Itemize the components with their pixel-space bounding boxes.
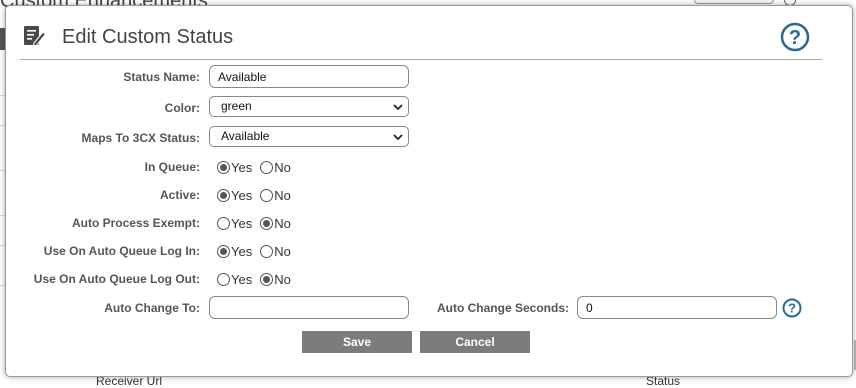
cancel-button[interactable]: Cancel: [420, 331, 530, 353]
maps-to-status-select-value: Available: [221, 129, 270, 143]
in-queue-no-label: No: [274, 159, 291, 175]
in-queue-radio-group: Yes No: [217, 159, 291, 175]
auto-change-to-label: Auto Change To:: [104, 301, 200, 315]
auto-queue-logout-no-option[interactable]: No: [260, 272, 291, 287]
auto-process-exempt-yes-radio[interactable]: [217, 216, 230, 230]
active-yes-label: Yes: [231, 187, 253, 203]
auto-queue-logout-yes-label: Yes: [231, 271, 253, 287]
in-queue-label: In Queue:: [144, 160, 200, 174]
help-icon[interactable]: ?: [780, 22, 810, 52]
auto-queue-login-label: Use On Auto Queue Log In:: [43, 244, 200, 258]
status-name-input[interactable]: [209, 65, 409, 88]
auto-queue-login-yes-label: Yes: [231, 243, 253, 259]
auto-queue-logout-yes-option[interactable]: Yes: [217, 272, 252, 287]
auto-queue-login-radio-group: Yes No: [217, 243, 291, 259]
active-no-label: No: [274, 187, 291, 203]
auto-queue-login-no-option[interactable]: No: [260, 244, 291, 259]
color-select-value: green: [221, 99, 252, 113]
save-button[interactable]: Save: [302, 331, 412, 353]
auto-queue-logout-no-radio[interactable]: [260, 272, 274, 286]
in-queue-yes-radio[interactable]: [217, 160, 230, 174]
chevron-down-icon: [393, 104, 403, 111]
status-name-label: Status Name:: [123, 70, 200, 84]
active-no-radio[interactable]: [260, 188, 274, 202]
auto-change-seconds-input[interactable]: [577, 296, 777, 319]
auto-queue-login-yes-option[interactable]: Yes: [217, 244, 252, 259]
auto-process-exempt-label: Auto Process Exempt:: [71, 216, 200, 230]
active-radio-group: Yes No: [217, 187, 291, 203]
auto-queue-logout-no-label: No: [274, 271, 291, 287]
auto-process-exempt-no-radio[interactable]: [260, 216, 274, 230]
auto-process-exempt-no-option[interactable]: No: [260, 216, 291, 231]
maps-to-status-select[interactable]: Available: [209, 126, 409, 147]
auto-change-to-input[interactable]: [209, 296, 409, 319]
auto-queue-login-no-radio[interactable]: [260, 244, 274, 258]
auto-process-exempt-yes-option[interactable]: Yes: [217, 216, 252, 231]
maps-to-status-label: Maps To 3CX Status:: [81, 131, 200, 145]
auto-process-exempt-no-label: No: [274, 215, 291, 231]
dialog-header: Edit Custom Status ?: [20, 20, 822, 60]
auto-queue-logout-label: Use On Auto Queue Log Out:: [33, 272, 200, 286]
color-label: Color:: [164, 101, 200, 115]
auto-queue-login-yes-radio[interactable]: [217, 244, 230, 258]
auto-process-exempt-radio-group: Yes No: [217, 215, 291, 231]
help-icon[interactable]: ?: [782, 298, 802, 318]
in-queue-no-option[interactable]: No: [260, 160, 291, 175]
auto-queue-logout-radio-group: Yes No: [217, 271, 291, 287]
auto-queue-logout-yes-radio[interactable]: [217, 272, 230, 286]
auto-change-seconds-label: Auto Change Seconds:: [436, 301, 569, 315]
svg-text:?: ?: [788, 301, 796, 316]
edit-custom-status-dialog: Edit Custom Status ? Status Name: Color:…: [5, 5, 853, 377]
active-label: Active:: [159, 188, 200, 202]
active-yes-radio[interactable]: [217, 188, 230, 202]
chevron-down-icon: [393, 134, 403, 141]
active-yes-option[interactable]: Yes: [217, 188, 252, 203]
edit-note-icon: [24, 26, 46, 47]
dialog-title: Edit Custom Status: [62, 26, 234, 48]
active-no-option[interactable]: No: [260, 188, 291, 203]
in-queue-yes-option[interactable]: Yes: [217, 160, 252, 175]
auto-process-exempt-yes-label: Yes: [231, 215, 253, 231]
in-queue-no-radio[interactable]: [260, 160, 274, 174]
in-queue-yes-label: Yes: [231, 159, 253, 175]
svg-text:?: ?: [789, 27, 801, 49]
color-select[interactable]: green: [209, 96, 409, 117]
background-top-button: [694, 0, 774, 4]
auto-queue-login-no-label: No: [274, 243, 291, 259]
